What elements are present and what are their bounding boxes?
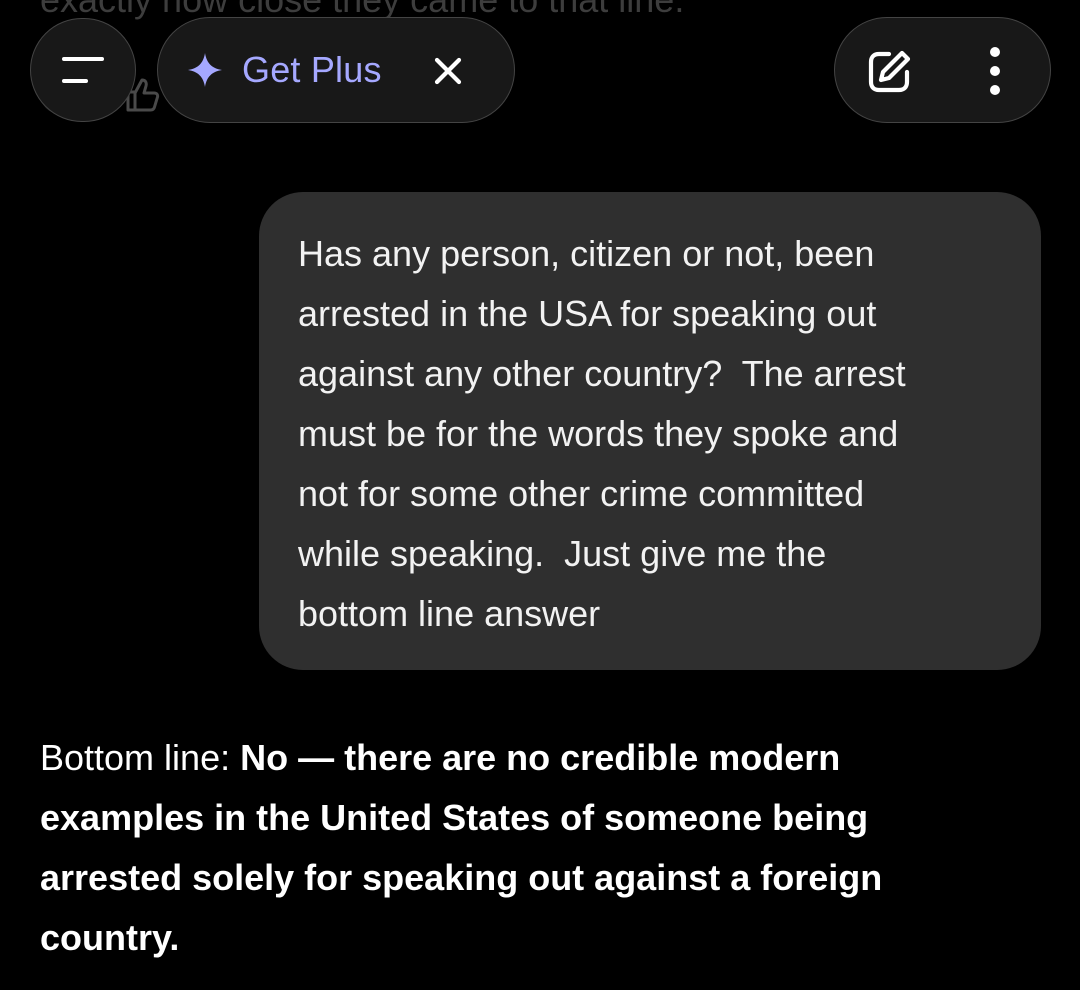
- user-message-line: bottom line answer: [298, 593, 601, 634]
- close-icon[interactable]: [430, 53, 466, 89]
- user-message-line: Has any person, citizen or not, been: [298, 233, 875, 274]
- assistant-message: Bottom line: No — there are no credible …: [40, 728, 1050, 968]
- user-message-bubble: Has any person, citizen or not, been arr…: [259, 192, 1041, 670]
- get-plus-button[interactable]: Get Plus: [157, 17, 515, 123]
- user-message-line: against any other country? The arrest: [298, 353, 906, 394]
- answer-line: examples in the United States of someone…: [40, 797, 869, 838]
- answer-lead: Bottom line:: [40, 737, 241, 778]
- menu-icon: [62, 57, 104, 83]
- answer-line: No — there are no credible modern: [240, 737, 841, 778]
- get-plus-label: Get Plus: [242, 49, 382, 90]
- header-actions: [834, 17, 1051, 123]
- user-message-line: must be for the words they spoke and: [298, 413, 899, 454]
- edit-icon[interactable]: [865, 48, 913, 96]
- answer-line: country.: [40, 917, 180, 958]
- chat-screen: exactly how close they came to that line…: [0, 0, 1080, 990]
- user-message-line: not for some other crime committed: [298, 473, 865, 514]
- user-message-line: while speaking. Just give me the: [298, 533, 827, 574]
- user-message-line: arrested in the USA for speaking out: [298, 293, 877, 334]
- more-vertical-icon[interactable]: [980, 46, 1010, 96]
- menu-button[interactable]: [30, 18, 136, 122]
- sparkle-icon: [188, 53, 222, 87]
- answer-line: arrested solely for speaking out against…: [40, 857, 883, 898]
